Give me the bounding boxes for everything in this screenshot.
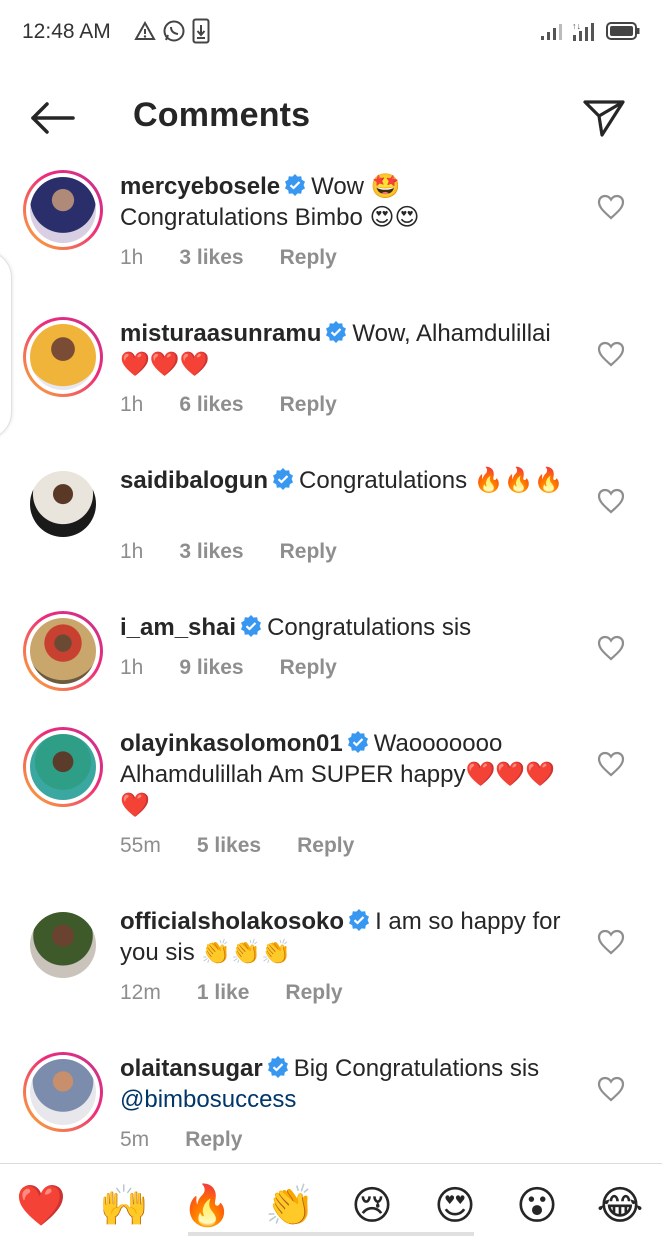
avatar[interactable] (23, 727, 103, 807)
avatar[interactable] (23, 1052, 103, 1132)
download-icon (192, 18, 210, 44)
reply-button[interactable]: Reply (280, 246, 337, 270)
emoji-red-heart[interactable]: ❤️ (15, 1180, 67, 1232)
comment-likes[interactable]: 3 likes (179, 246, 243, 270)
comment-likes[interactable]: 3 likes (179, 540, 243, 564)
comment-time: 1h (120, 656, 144, 679)
avatar[interactable] (23, 464, 103, 544)
reply-button[interactable]: Reply (280, 393, 337, 417)
comment-mention-link[interactable]: @bimbosuccess (120, 1086, 296, 1113)
verified-icon (273, 468, 294, 490)
reply-button[interactable]: Reply (285, 981, 342, 1005)
emoji-clapping-hands[interactable]: 👏 (264, 1180, 316, 1232)
emoji-open-mouth[interactable]: 😮 (511, 1180, 563, 1232)
comment-meta: 1h 3 likes Reply (120, 540, 337, 564)
reply-button[interactable]: Reply (185, 1128, 242, 1152)
comment-meta: 5m Reply (120, 1128, 242, 1152)
comment-text-block: officialsholakosoko I am so happy for you… (120, 906, 570, 968)
status-bar: 12:48 AM ↑↓ (0, 0, 662, 66)
avatar[interactable] (23, 611, 103, 691)
heart-outline-icon[interactable] (597, 635, 625, 661)
comment-username[interactable]: i_am_shai (120, 614, 236, 641)
avatar[interactable] (23, 905, 103, 985)
signal-icon-2: ↑↓ (572, 21, 594, 41)
emoji-quick-bar: ❤️ 🙌 🔥 👏 😢 😍 😮 😂 (0, 1163, 662, 1236)
comment-username[interactable]: mercyebosele (120, 173, 280, 200)
comment-likes[interactable]: 5 likes (197, 834, 261, 858)
status-time: 12:48 AM (22, 20, 111, 43)
emoji-fire[interactable]: 🔥 (181, 1180, 233, 1232)
comment-time: 1h (120, 246, 144, 269)
emoji-tears-of-joy[interactable]: 😂 (594, 1180, 646, 1232)
home-indicator (188, 1232, 474, 1236)
reply-button[interactable]: Reply (297, 834, 354, 858)
heart-outline-icon[interactable] (597, 488, 625, 514)
whatsapp-icon (163, 20, 185, 42)
swipe-edge-handle[interactable] (0, 250, 12, 440)
heart-outline-icon[interactable] (597, 751, 625, 777)
battery-icon (606, 22, 640, 40)
share-button[interactable] (580, 96, 628, 140)
back-arrow-icon (31, 102, 75, 134)
comment-text-block: saidibalogun Congratulations 🔥🔥🔥 (120, 465, 570, 496)
avatar[interactable] (23, 170, 103, 250)
verified-icon (326, 321, 347, 343)
status-notification-icons (134, 18, 210, 44)
comment-time: 1h (120, 393, 144, 416)
comment-text-block: olayinkasolomon01 Waooooooo Alhamdulillah… (120, 728, 570, 821)
comment-meta: 1h 3 likes Reply (120, 246, 337, 270)
comment-time: 1h (120, 540, 144, 563)
emoji-heart-eyes[interactable]: 😍 (429, 1180, 481, 1232)
emoji-crying-face[interactable]: 😢 (346, 1180, 398, 1232)
comment-username[interactable]: olayinkasolomon01 (120, 730, 343, 757)
reply-button[interactable]: Reply (280, 540, 337, 564)
comment-likes[interactable]: 1 like (197, 981, 250, 1005)
verified-icon (241, 615, 262, 637)
comment-text: Congratulations sis (267, 614, 472, 641)
heart-outline-icon[interactable] (597, 194, 625, 220)
comment-meta: 55m 5 likes Reply (120, 834, 354, 858)
comment-text: Congratulations 🔥🔥🔥 (299, 467, 564, 494)
back-button[interactable] (26, 96, 78, 140)
verified-icon (347, 731, 368, 753)
comment-time: 55m (120, 834, 161, 857)
page-title: Comments (133, 96, 311, 134)
comment-text-block: olaitansugar Big Congratulations sis @bim… (120, 1053, 570, 1115)
verified-icon (285, 174, 306, 196)
comment-username[interactable]: misturaasunramu (120, 320, 321, 347)
status-system-icons: ↑↓ (540, 20, 640, 42)
comment-text-block: i_am_shai Congratulations sis (120, 612, 570, 643)
signal-icon (541, 24, 562, 40)
comment-meta: 1h 9 likes Reply (120, 656, 337, 680)
reply-button[interactable]: Reply (280, 656, 337, 680)
comment-time: 12m (120, 981, 161, 1004)
comment-likes[interactable]: 9 likes (179, 656, 243, 680)
heart-outline-icon[interactable] (597, 1076, 625, 1102)
heart-outline-icon[interactable] (597, 341, 625, 367)
verified-icon (267, 1056, 288, 1078)
comment-likes[interactable]: 6 likes (179, 393, 243, 417)
avatar[interactable] (23, 317, 103, 397)
comment-username[interactable]: olaitansugar (120, 1055, 263, 1082)
comment-meta: 12m 1 like Reply (120, 981, 343, 1005)
comments-header: Comments (0, 66, 662, 170)
heart-outline-icon[interactable] (597, 929, 625, 955)
comment-meta: 1h 6 likes Reply (120, 393, 337, 417)
svg-text:↑↓: ↑↓ (572, 21, 581, 31)
emoji-raising-hands[interactable]: 🙌 (98, 1180, 150, 1232)
comment-username[interactable]: saidibalogun (120, 467, 268, 494)
comment-time: 5m (120, 1128, 150, 1151)
comment-username[interactable]: officialsholakosoko (120, 908, 344, 935)
comment-text-block: mercyebosele Wow 🤩 Congratulations Bimbo … (120, 171, 570, 233)
verified-icon (349, 909, 370, 931)
send-icon (583, 100, 625, 137)
alert-triangle-icon (134, 20, 156, 40)
comment-text: Big Congratulations sis (293, 1055, 540, 1082)
comment-text-block: misturaasunramu Wow, Alhamdulillai ❤️❤️❤️ (120, 318, 570, 380)
